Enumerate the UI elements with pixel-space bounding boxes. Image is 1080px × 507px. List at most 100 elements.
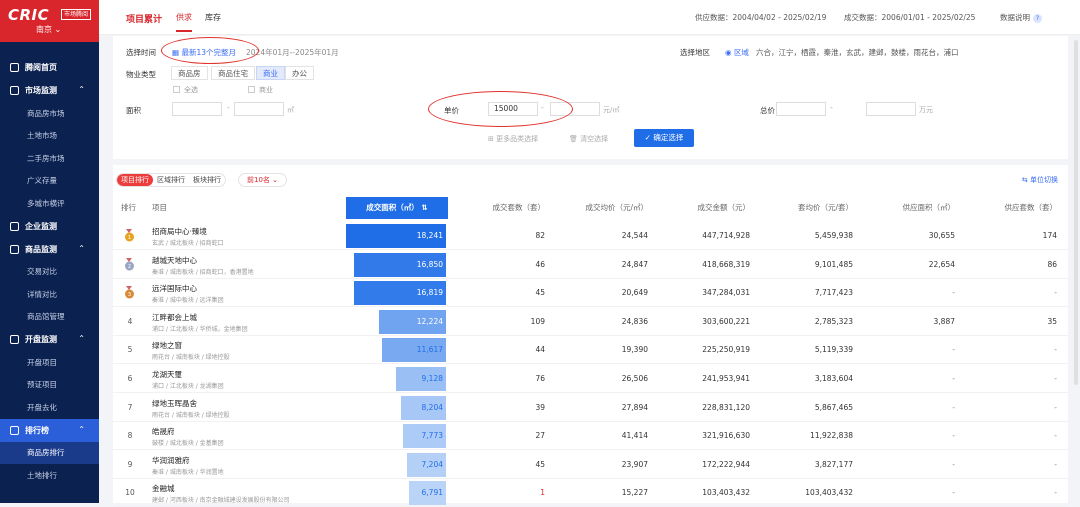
project-name[interactable]: 皓晟府 bbox=[152, 426, 175, 437]
logo-subtitle: 市场腾阅 bbox=[61, 9, 92, 20]
data-help-link[interactable]: 数据说明? bbox=[1000, 12, 1042, 23]
filter-panel: 选择时间 ▦ 最新13个完整月 2024年01月--2025年01月 选择地区 … bbox=[113, 36, 1068, 159]
more-category-button[interactable]: ⊞ 更多品类选择 bbox=[488, 134, 538, 144]
city-selector[interactable]: 南京 ⌄ bbox=[36, 24, 61, 35]
tab-project-rank[interactable]: 项目排行 bbox=[117, 174, 153, 186]
col-supply-count[interactable]: 供应套数（套） bbox=[965, 197, 1058, 219]
cell-sup-area: - bbox=[952, 345, 955, 355]
project-name[interactable]: 绿地之窗 bbox=[152, 340, 182, 351]
project-name[interactable]: 远洋国际中心 bbox=[152, 283, 197, 294]
project-name[interactable]: 江畔都会上城 bbox=[152, 312, 197, 323]
table-row[interactable]: 7 绿地玉晖晶舍 雨花台 / 城南板块 / 绿地控股 8,204 39 27,894 228… bbox=[113, 394, 1068, 422]
sidebar-item[interactable]: 开盘去化 bbox=[0, 396, 99, 419]
rank-number: 6 bbox=[127, 374, 133, 383]
table-row[interactable]: 2 越城天地中心 秦淮 / 城南板块 / 招商蛇口，香港置地 16,850 46 24,8… bbox=[113, 251, 1068, 279]
col-avg-price[interactable]: 成交均价（元/㎡） bbox=[555, 197, 648, 219]
sidebar-item[interactable]: 开盘项目 bbox=[0, 351, 99, 374]
sidebar-item[interactable]: 预证项目 bbox=[0, 374, 99, 397]
project-desc: 浦口 / 江北板块 / 华侨城，金地集团 bbox=[152, 325, 248, 333]
project-name[interactable]: 越城天地中心 bbox=[152, 255, 197, 266]
table-row[interactable]: 9 华润润雅府 秦淮 / 城南板块 / 华润置地 7,204 45 23,907 172,2… bbox=[113, 451, 1068, 479]
total-unit: 万元 bbox=[919, 106, 933, 114]
total-min-input[interactable] bbox=[776, 102, 826, 116]
confirm-selection-button[interactable]: ✓ 确定选择 bbox=[634, 129, 694, 147]
area-value: 11,617 bbox=[416, 345, 443, 355]
silver-medal-icon: 2 bbox=[125, 257, 134, 271]
col-supply-area[interactable]: 供应面积（㎡） bbox=[863, 197, 956, 219]
tab-block-rank[interactable]: 板块排行 bbox=[189, 174, 225, 186]
tab-inventory[interactable]: 库存 bbox=[205, 12, 221, 23]
area-min-input[interactable] bbox=[172, 102, 222, 116]
checkbox-select-all[interactable]: 全选 bbox=[173, 85, 198, 95]
cell-avg: 41,414 bbox=[621, 431, 648, 441]
scrollbar[interactable] bbox=[1074, 40, 1078, 385]
nav-group-opening[interactable]: 开盘监测 ⌃ bbox=[0, 328, 99, 351]
tab-supply[interactable]: 供求 bbox=[176, 12, 192, 32]
location-icon: ◉ bbox=[725, 48, 734, 57]
project-name[interactable]: 金融城 bbox=[152, 483, 175, 494]
sidebar-item[interactable]: 详情对比 bbox=[0, 283, 99, 306]
nav-group-ranking[interactable]: 排行榜 ⌃ bbox=[0, 418, 99, 442]
rank-number: 7 bbox=[127, 402, 133, 412]
table-row[interactable]: 1 招商局中心·臻境 玄武 / 城北板块 / 招商蛇口 18,241 82 24,544 4… bbox=[113, 222, 1068, 250]
type-chip-commercial[interactable]: 商业 bbox=[256, 66, 285, 80]
sidebar-item[interactable]: 土地市场 bbox=[0, 125, 99, 148]
cell-amount: 347,284,031 bbox=[702, 288, 750, 298]
total-price-label: 总价 bbox=[760, 106, 775, 115]
nav-group-market[interactable]: 市场监测 ⌃ bbox=[0, 79, 99, 102]
deal-data-label: 成交数据：2006/01/01 - 2025/02/25 bbox=[844, 13, 976, 22]
table-row[interactable]: 6 龙湖天璽 浦口 / 江北板块 / 龙湖集团 9,128 76 26,506 241,95… bbox=[113, 365, 1068, 393]
col-amount[interactable]: 成交金额（元） bbox=[658, 197, 751, 219]
project-name[interactable]: 招商局中心·臻境 bbox=[152, 226, 207, 237]
cell-sup-area: - bbox=[952, 402, 955, 412]
switch-icon: ⇆ bbox=[1021, 176, 1030, 184]
area-max-input[interactable] bbox=[234, 102, 284, 116]
area-value: 16,850 bbox=[416, 259, 443, 269]
clear-selection-button[interactable]: 🗑 清空选择 bbox=[569, 134, 608, 144]
table-row[interactable]: 4 江畔都会上城 浦口 / 江北板块 / 华侨城，金地集团 12,224 109 24,8… bbox=[113, 308, 1068, 336]
top-n-dropdown[interactable]: 前10名 ⌄ bbox=[238, 173, 287, 187]
table-row[interactable]: 8 皓晟府 鼓楼 / 城北板块 / 金基集团 7,773 27 41,414 321,916… bbox=[113, 422, 1068, 451]
nav-group-product[interactable]: 商品监测 ⌃ bbox=[0, 238, 99, 261]
sidebar-item[interactable]: 商品馆管理 bbox=[0, 306, 99, 329]
chevron-up-icon: ⌃ bbox=[78, 424, 85, 434]
unit-switch-button[interactable]: ⇆ 单位切换 bbox=[1022, 175, 1058, 185]
sidebar-item[interactable]: 二手房市场 bbox=[0, 147, 99, 170]
sidebar-item[interactable]: 商品房市场 bbox=[0, 102, 99, 125]
table-row[interactable]: 3 远洋国际中心 秦淮 / 城中板块 / 远洋集团 16,819 45 20,649 347… bbox=[113, 279, 1068, 308]
cell-sup-count: 35 bbox=[1047, 316, 1057, 326]
price-max-input[interactable] bbox=[550, 102, 600, 116]
nav-group-enterprise[interactable]: 企业监测 bbox=[0, 215, 99, 238]
type-chip-residential[interactable]: 商品住宅 bbox=[211, 66, 255, 80]
sidebar-nav: 腾阅首页 市场监测 ⌃ 商品房市场 土地市场 二手房市场 广义存量 多城市横评 企业监测 商品监测… bbox=[0, 56, 99, 487]
sidebar-item[interactable]: 土地排行 bbox=[0, 464, 99, 487]
type-chip-commodity[interactable]: 商品房 bbox=[171, 66, 208, 80]
area-label: 面积 bbox=[126, 106, 141, 115]
type-chip-office[interactable]: 办公 bbox=[285, 66, 314, 80]
checkbox-commercial[interactable]: 商业 bbox=[248, 85, 273, 95]
sidebar-item[interactable]: 多城市横评 bbox=[0, 192, 99, 215]
nav-group-label: 商品监测 bbox=[25, 244, 57, 254]
sidebar-item[interactable]: 广义存量 bbox=[0, 170, 99, 193]
col-area[interactable]: 成交面积（㎡） ⇅ bbox=[346, 197, 448, 219]
project-name[interactable]: 绿地玉晖晶舍 bbox=[152, 398, 197, 409]
svg-text:1: 1 bbox=[128, 235, 131, 241]
project-name[interactable]: 龙湖天璽 bbox=[152, 369, 182, 380]
region-selector[interactable]: ◉ 区域 bbox=[725, 47, 749, 58]
table-row[interactable]: 5 绿地之窗 雨花台 / 城南板块 / 绿地控股 11,617 44 19,390 225,… bbox=[113, 336, 1068, 365]
cell-sup-area: - bbox=[952, 374, 955, 383]
sidebar-item[interactable]: 交易对比 bbox=[0, 261, 99, 284]
sidebar-item[interactable]: 商品房排行 bbox=[0, 441, 99, 464]
price-min-input[interactable]: 15000 bbox=[488, 102, 538, 116]
cell-sup-count: - bbox=[1054, 431, 1057, 441]
col-unit-price[interactable]: 套均价（元/套） bbox=[760, 197, 853, 219]
time-label: 选择时间 bbox=[126, 48, 156, 57]
project-name[interactable]: 华润润雅府 bbox=[152, 455, 190, 466]
tab-region-rank[interactable]: 区域排行 bbox=[153, 174, 189, 186]
area-unit: ㎡ bbox=[287, 106, 294, 114]
nav-group-home[interactable]: 腾阅首页 bbox=[0, 56, 99, 79]
total-max-input[interactable] bbox=[866, 102, 916, 116]
col-count[interactable]: 成交套数（套） bbox=[465, 197, 546, 219]
time-selector[interactable]: ▦ 最新13个完整月 bbox=[172, 47, 236, 58]
calendar-icon bbox=[10, 86, 19, 95]
